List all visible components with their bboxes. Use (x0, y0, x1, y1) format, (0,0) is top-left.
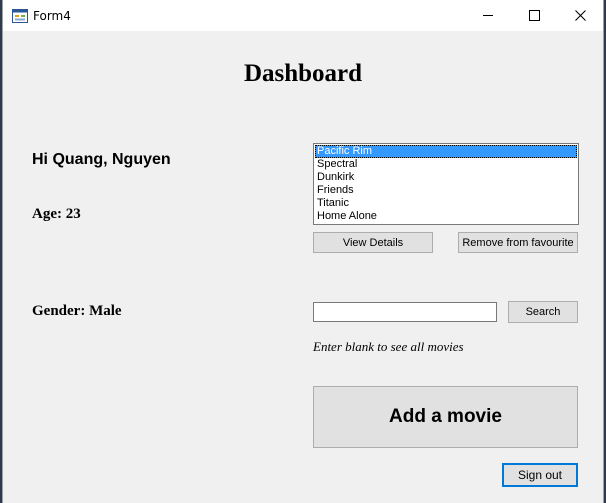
maximize-icon (529, 10, 540, 21)
favourites-listbox[interactable]: Pacific Rim Spectral Dunkirk Friends Tit… (313, 143, 579, 225)
title-bar[interactable]: Form4 (3, 0, 603, 31)
gender-label: Gender: Male (32, 303, 122, 319)
remove-favourite-button[interactable]: Remove from favourite (458, 232, 578, 253)
maximize-button[interactable] (512, 0, 558, 31)
greeting-label: Hi Quang, Nguyen (32, 151, 171, 168)
list-item[interactable]: Dunkirk (315, 171, 577, 184)
list-item[interactable]: Spectral (315, 158, 577, 171)
close-icon (575, 10, 586, 21)
list-item[interactable]: Titanic (315, 197, 577, 210)
form-icon (12, 9, 28, 23)
list-item[interactable]: Home Alone (315, 210, 577, 223)
list-item[interactable]: Friends (315, 184, 577, 197)
search-hint: Enter blank to see all movies (313, 339, 464, 354)
close-button[interactable] (558, 0, 604, 31)
search-input[interactable] (313, 302, 497, 322)
minimize-button[interactable] (466, 0, 512, 31)
view-details-button[interactable]: View Details (313, 232, 433, 253)
search-button[interactable]: Search (508, 301, 578, 323)
window-title: Form4 (33, 9, 71, 23)
age-label: Age: 23 (32, 206, 81, 222)
form-window: Form4 Dashboard Hi Quang, Nguyen Age: 23… (2, 0, 604, 503)
minimize-icon (483, 15, 493, 16)
list-item[interactable]: Pacific Rim (315, 145, 577, 158)
page-title: Dashboard (243, 60, 363, 87)
add-movie-button[interactable]: Add a movie (313, 386, 578, 448)
sign-out-button[interactable]: Sign out (502, 463, 578, 487)
